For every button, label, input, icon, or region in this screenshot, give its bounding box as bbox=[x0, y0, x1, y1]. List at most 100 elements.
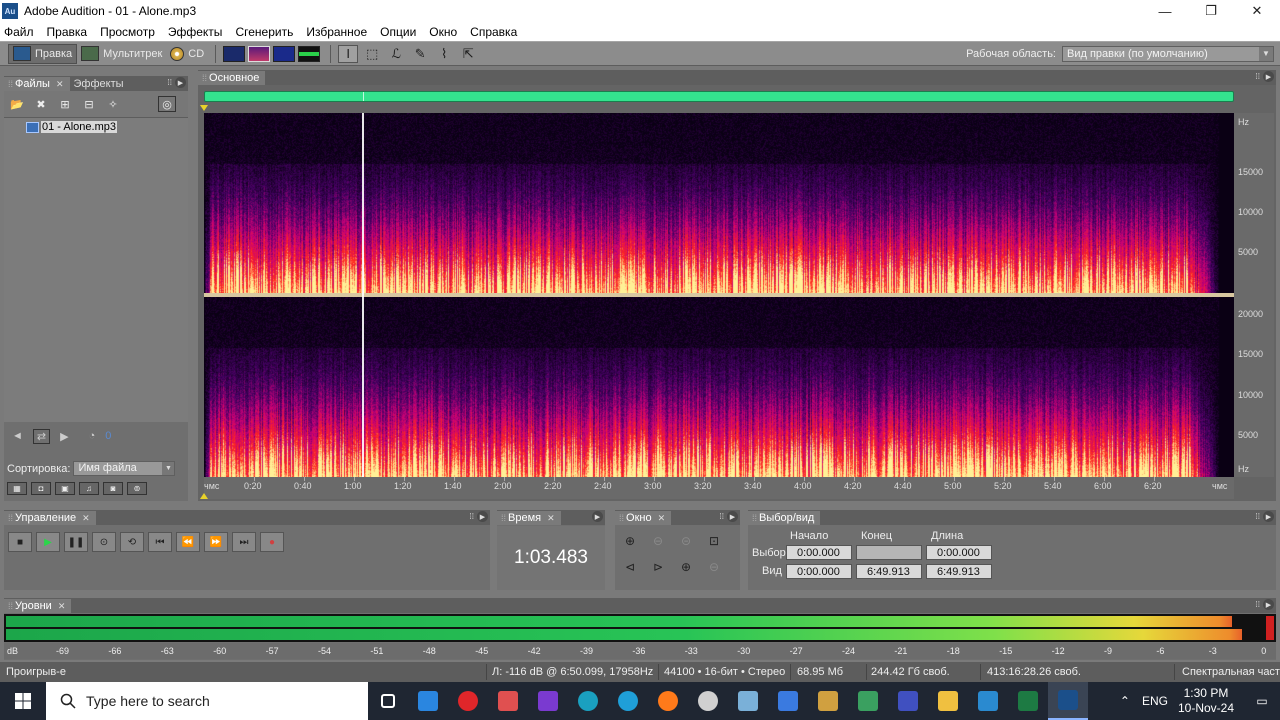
desktop-app-icon[interactable] bbox=[968, 682, 1008, 720]
view-length-field[interactable]: 6:49.913 bbox=[926, 564, 992, 579]
clip-indicator[interactable] bbox=[1266, 616, 1274, 640]
play-button[interactable]: ▶ bbox=[36, 532, 60, 552]
zoom-in-vertical-icon[interactable]: ⊕ bbox=[677, 558, 695, 576]
start-button[interactable] bbox=[0, 682, 46, 720]
chevron-up-icon[interactable]: ⌃ bbox=[1120, 694, 1130, 708]
time-ruler[interactable]: чмс 0:20 0:40 1:00 1:20 1:40 2:00 2:20 2:40 3:00 3… bbox=[204, 477, 1234, 499]
menu-favorites[interactable]: Избранное bbox=[306, 25, 367, 39]
end-marker-icon[interactable] bbox=[200, 493, 208, 499]
tab-files[interactable]: ⁞⁞ Файлы ✕ bbox=[4, 77, 70, 91]
calculator-icon[interactable] bbox=[768, 682, 808, 720]
taskbar-search-box[interactable]: Type here to search bbox=[46, 682, 368, 720]
maximize-button[interactable]: ❐ bbox=[1188, 0, 1234, 22]
video-app-icon[interactable] bbox=[528, 682, 568, 720]
filter-music-icon[interactable]: ♫ bbox=[79, 482, 99, 495]
loop-icon[interactable]: ⇄ bbox=[32, 428, 51, 444]
panel-options-icon[interactable]: ▶ bbox=[1263, 599, 1274, 610]
minimize-button[interactable]: — bbox=[1142, 0, 1188, 22]
language-indicator[interactable]: ENG bbox=[1142, 694, 1168, 708]
selection-start-field[interactable]: 0:00.000 bbox=[786, 545, 852, 560]
insert-cd-icon[interactable]: ⊟ bbox=[80, 96, 98, 112]
play-preview-icon[interactable]: ▶ bbox=[60, 430, 68, 443]
filter-loop-icon[interactable]: ◘ bbox=[31, 482, 51, 495]
close-tab-icon[interactable]: ✕ bbox=[58, 601, 66, 612]
filter-multitrack-icon[interactable]: ▦ bbox=[7, 482, 27, 495]
zoom-out-full-icon[interactable]: ⊝ bbox=[677, 532, 695, 550]
magnifier-icon[interactable] bbox=[688, 682, 728, 720]
panel-menu-icon[interactable]: ⁞⁞ bbox=[1256, 600, 1260, 609]
scrub-tool-icon[interactable]: ⇱ bbox=[458, 45, 478, 63]
selection-length-field[interactable]: 0:00.000 bbox=[926, 545, 992, 560]
panel-options-icon[interactable]: ▶ bbox=[175, 77, 186, 88]
task-view-icon[interactable] bbox=[368, 682, 408, 720]
panel-menu-icon[interactable]: ⁞⁞ bbox=[1256, 72, 1260, 81]
spectrogram-left-channel[interactable] bbox=[204, 113, 1234, 293]
menu-generate[interactable]: Сгенерить bbox=[235, 25, 293, 39]
panel-options-icon[interactable]: ▶ bbox=[477, 511, 488, 522]
save-disk-icon[interactable] bbox=[888, 682, 928, 720]
zoom-in-horizontal-icon[interactable]: ⊕ bbox=[621, 532, 639, 550]
open-file-icon[interactable]: 📂 bbox=[8, 96, 26, 112]
menu-window[interactable]: Окно bbox=[429, 25, 457, 39]
app-notes-icon[interactable] bbox=[728, 682, 768, 720]
sort-dropdown[interactable]: Имя файла ▼ bbox=[73, 461, 176, 476]
tab-time[interactable]: ⁞⁞ Время ✕ bbox=[497, 511, 561, 525]
tab-zoom[interactable]: ⁞⁞ Окно ✕ bbox=[615, 511, 672, 525]
menu-effects[interactable]: Эффекты bbox=[168, 25, 223, 39]
tab-effects[interactable]: Эффекты bbox=[70, 77, 130, 91]
brush-tool-icon[interactable]: ✎ bbox=[410, 45, 430, 63]
cd-view-button[interactable]: CD bbox=[166, 44, 208, 64]
view-start-field[interactable]: 0:00.000 bbox=[786, 564, 852, 579]
go-to-end-button[interactable]: ⏭ bbox=[232, 532, 256, 552]
menu-file[interactable]: Файл bbox=[4, 25, 34, 39]
menu-options[interactable]: Опции bbox=[380, 25, 416, 39]
opera-browser-icon[interactable] bbox=[448, 682, 488, 720]
spectral-display[interactable] bbox=[204, 113, 1234, 477]
zoom-out-horizontal-icon[interactable]: ⊖ bbox=[649, 532, 667, 550]
lasso-tool-icon[interactable]: ℒ bbox=[386, 45, 406, 63]
firefox-browser-icon[interactable] bbox=[648, 682, 688, 720]
excel-app-icon[interactable] bbox=[1008, 682, 1048, 720]
panel-menu-icon[interactable]: ⁞⁞ bbox=[470, 512, 474, 521]
spectral-view-icon[interactable] bbox=[248, 45, 271, 62]
close-tab-icon[interactable]: ✕ bbox=[82, 513, 90, 524]
loop-button[interactable]: ⟲ bbox=[120, 532, 144, 552]
paint-app-icon[interactable] bbox=[808, 682, 848, 720]
menu-view[interactable]: Просмотр bbox=[100, 25, 155, 39]
pause-button[interactable]: ❚❚ bbox=[64, 532, 88, 552]
time-selection-tool-icon[interactable]: I bbox=[338, 44, 359, 63]
filter-video-icon[interactable]: ◙ bbox=[103, 482, 123, 495]
zoom-to-right-edge-icon[interactable]: ⊳ bbox=[649, 558, 667, 576]
record-button[interactable]: ● bbox=[260, 532, 284, 552]
volume-knob-icon[interactable]: ◔ bbox=[89, 430, 96, 442]
menu-help[interactable]: Справка bbox=[470, 25, 517, 39]
selection-end-field[interactable] bbox=[856, 545, 922, 560]
panel-options-icon[interactable]: ▶ bbox=[1263, 511, 1274, 522]
filter-cd-icon[interactable]: ⊚ bbox=[127, 482, 147, 495]
panel-menu-icon[interactable]: ⁞⁞ bbox=[1256, 512, 1260, 521]
edit-file-icon[interactable]: ✧ bbox=[104, 96, 122, 112]
rewind-button[interactable]: ⏪ bbox=[176, 532, 200, 552]
app-circle-icon[interactable] bbox=[568, 682, 608, 720]
multitrack-view-button[interactable]: Мультитрек bbox=[77, 44, 166, 64]
start-marker-icon[interactable] bbox=[200, 105, 208, 111]
tab-selection-view[interactable]: ⁞⁞ Выбор/вид bbox=[748, 511, 821, 525]
waveform-view-icon[interactable] bbox=[223, 45, 246, 62]
show-options-icon[interactable]: ◎ bbox=[158, 96, 176, 112]
close-tab-icon[interactable]: ✕ bbox=[547, 513, 555, 524]
fast-forward-button[interactable]: ⏩ bbox=[204, 532, 228, 552]
play-from-cursor-button[interactable]: ⊙ bbox=[92, 532, 116, 552]
panel-options-icon[interactable]: ▶ bbox=[592, 511, 603, 522]
panel-menu-icon[interactable]: ⁞⁞ bbox=[168, 78, 172, 87]
edit-view-button[interactable]: Правка bbox=[8, 43, 78, 64]
books-app-icon[interactable] bbox=[848, 682, 888, 720]
audition-taskbar-icon[interactable] bbox=[1048, 682, 1088, 720]
view-end-field[interactable]: 6:49.913 bbox=[856, 564, 922, 579]
taskbar-clock[interactable]: 1:30 PM 10-Nov-24 bbox=[1178, 686, 1234, 716]
close-tab-icon[interactable]: ✕ bbox=[56, 79, 64, 90]
autoplay-icon[interactable]: ◄ bbox=[12, 430, 23, 442]
file-explorer-icon[interactable] bbox=[928, 682, 968, 720]
marquee-tool-icon[interactable]: ⬚ bbox=[362, 45, 382, 63]
panel-options-icon[interactable]: ▶ bbox=[727, 511, 738, 522]
tab-levels[interactable]: ⁞⁞ Уровни ✕ bbox=[4, 599, 72, 613]
